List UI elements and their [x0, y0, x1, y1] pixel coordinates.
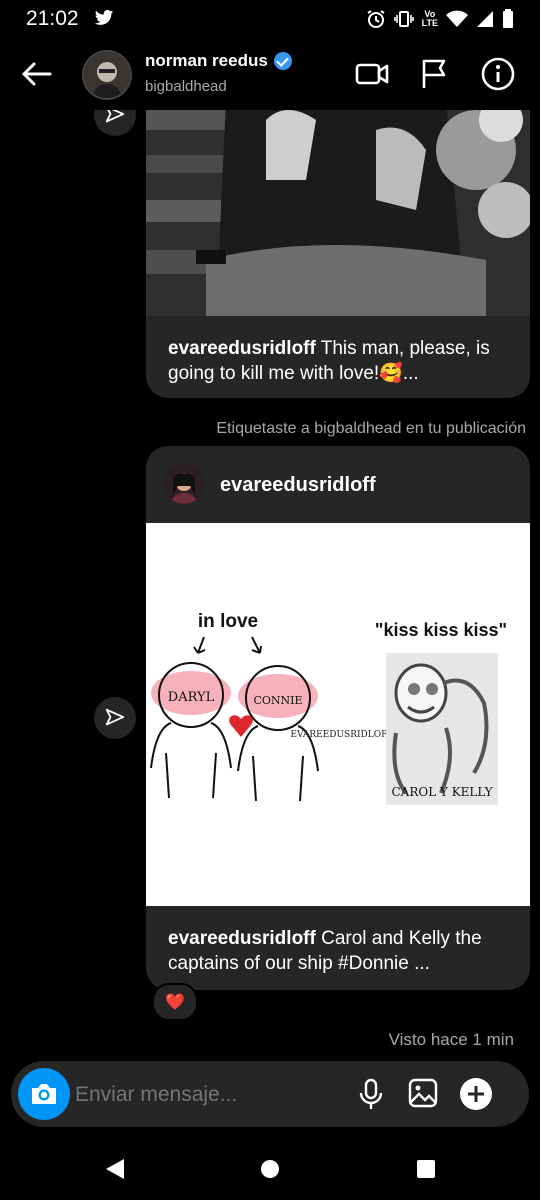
contact-name[interactable]: norman reedus	[145, 51, 292, 71]
chat-header: norman reedus bigbaldhead	[0, 38, 540, 110]
meme-left-name: DARYL	[168, 690, 215, 705]
message-input[interactable]	[73, 1071, 347, 1119]
avatar[interactable]	[82, 50, 132, 100]
post-2-author[interactable]: evareedusridloff	[220, 474, 376, 497]
meme-right-name: CONNIE	[253, 694, 302, 707]
system-nav-bar	[0, 1138, 540, 1200]
meme-watermark: EVAREEDUSRIDLOFF	[290, 730, 393, 740]
nav-recents-icon[interactable]	[416, 1159, 436, 1179]
send-icon	[105, 708, 125, 726]
post-2-image[interactable]: in love DARYL CONNIE EVAREEDUSRIDLOFF "k…	[146, 523, 530, 906]
nav-back-icon[interactable]	[104, 1158, 126, 1180]
verified-badge-icon	[273, 52, 292, 70]
volte-icon: Vo LTE	[421, 9, 438, 28]
post-1-caption: evareedusridloff This man, please, is go…	[168, 336, 508, 386]
video-call-icon[interactable]	[352, 54, 392, 94]
shared-post-2[interactable]: evareedusridloff in love DARYL CONNIE EV…	[146, 446, 530, 990]
camera-icon	[32, 1084, 56, 1104]
microphone-icon[interactable]	[355, 1077, 387, 1111]
post-1-caption-user[interactable]: evareedusridloff	[168, 338, 316, 359]
post-2-author-avatar[interactable]	[164, 464, 204, 504]
post-2-meme: in love DARYL CONNIE EVAREEDUSRIDLOFF "k…	[150, 611, 507, 805]
contact-name-label: norman reedus	[145, 51, 268, 70]
vibrate-icon	[393, 11, 414, 27]
info-icon[interactable]	[478, 54, 518, 94]
share-button[interactable]	[94, 697, 136, 739]
post-2-caption: evareedusridloff Carol and Kelly the cap…	[168, 926, 512, 976]
status-icons: Vo LTE	[366, 9, 514, 29]
status-time: 21:02	[26, 7, 79, 30]
contact-username: bigbaldhead	[145, 78, 227, 95]
shared-post-1[interactable]: evareedusridloff This man, please, is go…	[146, 60, 530, 398]
wifi-icon	[446, 10, 468, 27]
heart-reaction-icon: ❤️	[165, 994, 185, 1011]
post-2-caption-user[interactable]: evareedusridloff	[168, 928, 316, 949]
flag-icon[interactable]	[414, 54, 454, 94]
seen-status: Visto hace 1 min	[388, 1030, 514, 1049]
reaction-badge[interactable]: ❤️	[152, 983, 198, 1021]
alarm-icon	[367, 10, 385, 28]
add-icon[interactable]	[459, 1077, 493, 1111]
camera-button[interactable]	[18, 1068, 70, 1120]
gallery-icon[interactable]	[407, 1077, 439, 1109]
nav-home-icon[interactable]	[260, 1159, 280, 1179]
twitter-icon	[94, 10, 114, 25]
system-note: Etiquetaste a bigbaldhead en tu publicac…	[216, 420, 526, 437]
signal-icon	[477, 11, 493, 27]
back-arrow-icon[interactable]	[18, 56, 54, 92]
battery-icon	[503, 9, 513, 28]
status-bar: 21:02 Vo LTE	[0, 0, 540, 38]
meme-kiss-text: "kiss kiss kiss"	[375, 620, 507, 640]
meme-in-love-text: in love	[198, 611, 258, 632]
message-composer	[11, 1061, 529, 1127]
meme-carol-kelly: CAROL Y KELLY	[391, 785, 493, 799]
